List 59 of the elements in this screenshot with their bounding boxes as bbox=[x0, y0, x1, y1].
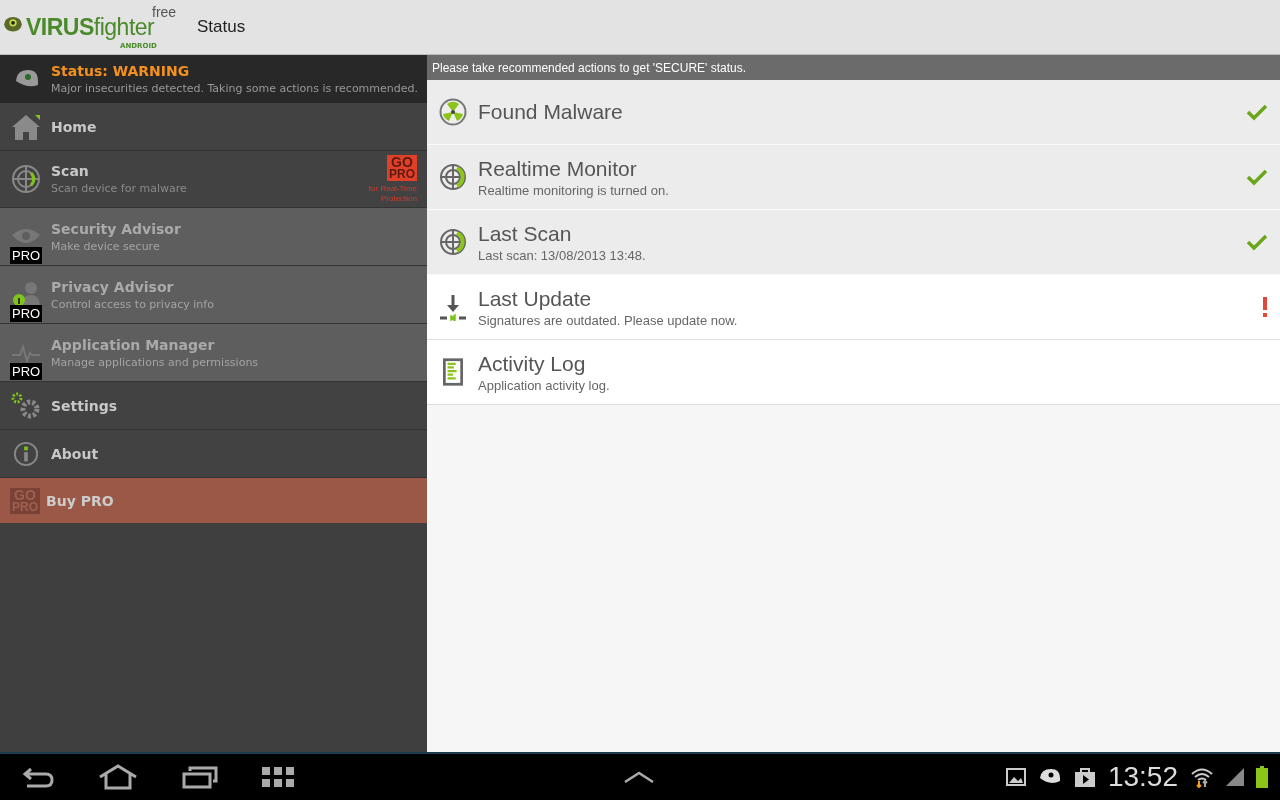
radar-icon bbox=[10, 164, 41, 194]
row-subtitle: Last scan: 13/08/2013 13:48. bbox=[478, 247, 647, 263]
recent-apps-icon[interactable] bbox=[182, 765, 218, 789]
row-title: Realtime Monitor bbox=[478, 156, 638, 181]
nav-label: Application Manager bbox=[51, 336, 216, 353]
status-row[interactable]: Last Update Signatures are outdated. Please update now. bbox=[427, 275, 1280, 340]
radar-icon bbox=[438, 228, 467, 256]
pro-badge: PRO bbox=[10, 305, 43, 322]
row-title: Last Scan bbox=[478, 221, 573, 246]
pro-badge: PRO bbox=[10, 247, 43, 264]
nav-subtitle: Manage applications and permissions bbox=[51, 355, 259, 369]
wifi-icon bbox=[1190, 766, 1214, 788]
status-row[interactable]: Activity Log Application activity log. bbox=[427, 340, 1280, 405]
nav-label: Home bbox=[51, 118, 97, 135]
row-title: Last Update bbox=[478, 286, 593, 311]
pulse-icon bbox=[10, 342, 41, 363]
status-title: Status: WARNING bbox=[51, 63, 191, 79]
nav-subtitle: Control access to privacy info bbox=[51, 297, 214, 311]
download-icon bbox=[438, 293, 467, 321]
info-banner: Please take recommended actions to get 'SECURE' status. bbox=[427, 55, 1280, 80]
battery-icon bbox=[1256, 766, 1268, 788]
nav-label: Settings bbox=[51, 397, 118, 414]
nav-label: About bbox=[51, 445, 99, 462]
row-title: Found Malware bbox=[478, 100, 624, 124]
status-row[interactable]: Last Scan Last scan: 13/08/2013 13:48. bbox=[427, 210, 1280, 275]
radiation-icon bbox=[438, 98, 467, 126]
signal-icon bbox=[1226, 768, 1244, 786]
status-message: Major insecurities detected. Taking some actions is recommended. bbox=[51, 82, 418, 95]
status-row[interactable]: Found Malware bbox=[427, 80, 1280, 145]
screen-title: Status bbox=[197, 17, 246, 37]
back-icon[interactable] bbox=[22, 765, 54, 789]
row-title: Activity Log bbox=[478, 351, 587, 376]
info-icon bbox=[12, 440, 39, 467]
row-subtitle: Signatures are outdated. Please update now. bbox=[478, 312, 739, 328]
nav-label: Privacy Advisor bbox=[51, 278, 175, 295]
row-subtitle: Application activity log. bbox=[478, 377, 611, 393]
home-icon[interactable] bbox=[98, 764, 138, 790]
promo-caption: for Real-Time Protection bbox=[368, 183, 417, 204]
home-icon bbox=[10, 112, 41, 141]
status-row[interactable]: Realtime Monitor Realtime monitoring is turned on. bbox=[427, 145, 1280, 210]
nav-label: Scan bbox=[51, 163, 90, 179]
nav-label: Security Advisor bbox=[51, 220, 181, 237]
radar-icon bbox=[438, 163, 467, 191]
chevron-up-icon[interactable] bbox=[624, 771, 654, 783]
image-icon bbox=[1005, 768, 1026, 786]
nav-item[interactable]: PRO Application Manager Manage applications and permissions bbox=[0, 324, 427, 382]
nav-item[interactable]: PRO Privacy Advisor Control access to privacy info bbox=[0, 266, 427, 324]
pro-badge: PRO bbox=[10, 363, 43, 380]
log-icon bbox=[442, 358, 463, 386]
apps-grid-icon[interactable] bbox=[262, 767, 294, 787]
clock: 13:52 bbox=[1107, 761, 1178, 793]
store-bag-icon bbox=[1073, 766, 1096, 788]
logo-edition: free bbox=[152, 3, 177, 20]
gears-icon bbox=[10, 391, 41, 420]
nav-subtitle: Make device secure bbox=[51, 239, 161, 253]
nav-item[interactable]: PRO Security Advisor Make device secure bbox=[0, 208, 427, 266]
nav-subtitle: Scan device for malware bbox=[51, 182, 187, 195]
buy-label: Buy PRO bbox=[46, 492, 114, 509]
row-subtitle: Realtime monitoring is turned on. bbox=[478, 182, 670, 198]
